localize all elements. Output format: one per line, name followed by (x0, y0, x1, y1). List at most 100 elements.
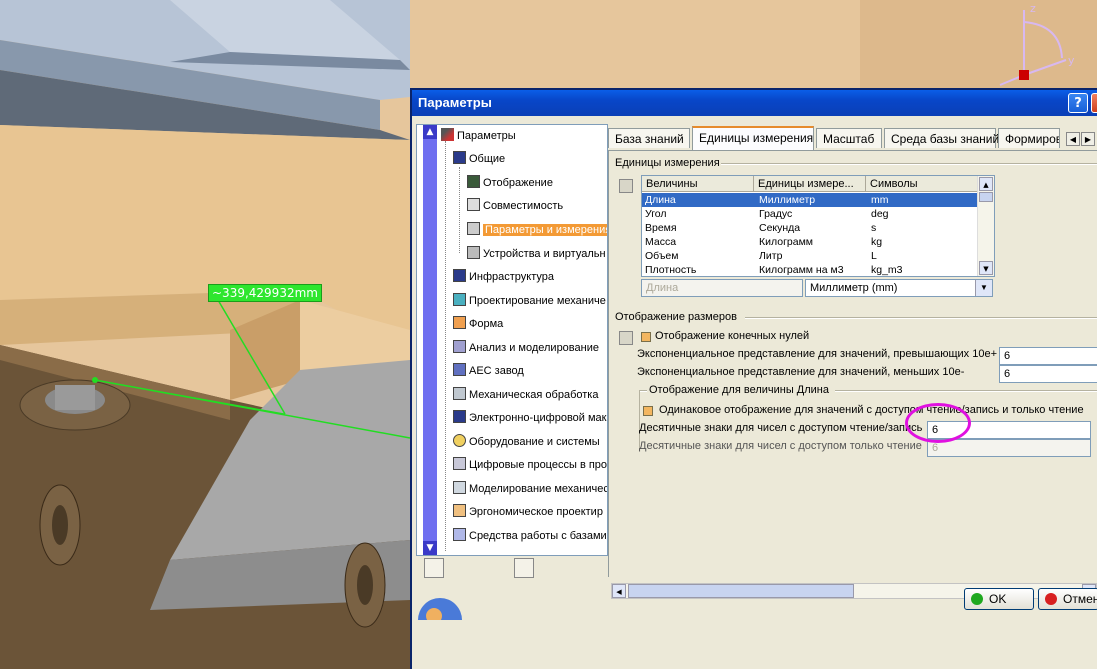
tree-item-compatibility[interactable]: Совместимость (467, 197, 563, 215)
analysis-icon (453, 340, 466, 353)
tree-item-database-tools[interactable]: Средства работы с базами (453, 527, 607, 545)
tree-item-analysis[interactable]: Анализ и моделирование (453, 339, 599, 357)
dialog-titlebar[interactable]: Параметры ? × (412, 90, 1097, 116)
cancel-button[interactable]: Отмена (1038, 588, 1097, 610)
tree-item-label: Механическая обработка (469, 389, 599, 401)
ok-button[interactable]: OK (964, 588, 1034, 610)
tree-item-digital-mockup[interactable]: Электронно-цифровой мак (453, 409, 606, 427)
axis-y-label: y (1068, 54, 1075, 67)
measurement-label[interactable]: ~339,429932mm (208, 284, 322, 302)
shape-icon (453, 316, 466, 329)
exp-below-input[interactable]: 6 (999, 365, 1097, 383)
infrastructure-icon (453, 269, 466, 282)
scroll-thumb[interactable] (628, 584, 854, 598)
ro-decimals-input: 6 (927, 439, 1091, 457)
devices-icon (467, 246, 480, 259)
close-button[interactable]: × (1091, 93, 1097, 113)
exp-below-label: Экспоненциальное представление для значе… (637, 366, 965, 378)
tree-item-machining[interactable]: Механическая обработка (453, 386, 598, 404)
table-row[interactable]: Плотность Килограмм на м3 kg_m3 (642, 263, 978, 276)
units-table-scrollbar[interactable]: ▲ ▼ (977, 176, 994, 276)
scroll-up-icon[interactable]: ▲ (979, 177, 993, 191)
col-header-symbol[interactable]: Символы (866, 176, 978, 192)
help-button[interactable]: ? (1068, 93, 1088, 113)
tree-item-aec-plant[interactable]: АЕС завод (453, 362, 524, 380)
tree-item-label: Проектирование механиче (469, 295, 606, 307)
tree-item-equipment[interactable]: Оборудование и системы (453, 433, 600, 451)
mech-design-icon (453, 293, 466, 306)
reset-options-icon[interactable] (514, 558, 534, 578)
ok-label: OK (989, 592, 1007, 606)
table-row[interactable]: Время Секунда s (642, 221, 978, 235)
unit-combo[interactable]: Миллиметр (mm) ▼ (805, 279, 993, 297)
tree-scrollbar[interactable]: ▲ ▼ (423, 125, 437, 555)
trailing-zeros-checkbox[interactable] (641, 332, 651, 342)
digital-process-icon (453, 457, 466, 470)
tree-item-mech-simulation[interactable]: Моделирование механичес (453, 480, 607, 498)
cell-unit: Градус (759, 208, 793, 220)
cell-symbol: s (871, 222, 877, 234)
tab-scroll-left-icon[interactable]: ◀ (1066, 132, 1080, 146)
table-row[interactable]: Длина Миллиметр mm (642, 193, 978, 207)
tree-item-mech-design[interactable]: Проектирование механиче (453, 292, 606, 310)
cell-unit: Килограмм на м3 (759, 264, 844, 276)
tab-scroll-right-icon[interactable]: ▶ (1081, 132, 1095, 146)
options-dialog: Параметры ? × ▲ ▼ Параметры Общие Отобра… (410, 88, 1097, 669)
tab-formatting[interactable]: Формирова (998, 128, 1060, 148)
tree-item-display[interactable]: Отображение (467, 174, 553, 192)
digital-mockup-icon (453, 410, 466, 423)
cell-symbol: deg (871, 208, 889, 220)
tab-kb-environment[interactable]: Среда базы знаний (884, 128, 999, 148)
tree-item-general[interactable]: Общие (453, 150, 505, 168)
tools-icon (441, 128, 454, 141)
units-section-title: Единицы измерения (615, 157, 720, 169)
units-table: Величины Единицы измере... Символы Длина… (641, 175, 995, 277)
tab-scale[interactable]: Масштаб (816, 128, 882, 148)
same-display-checkbox[interactable] (643, 406, 653, 416)
scroll-down-icon[interactable]: ▼ (979, 261, 993, 275)
cell-quantity: Объем (645, 250, 679, 262)
cancel-label: Отмена (1063, 592, 1097, 606)
tree-item-label: Электронно-цифровой мак (469, 412, 607, 424)
cell-quantity: Масса (645, 236, 677, 248)
tree-item-ergonomics[interactable]: Эргономическое проектир (453, 503, 603, 521)
ok-icon (971, 593, 983, 605)
lock-options-icon[interactable] (424, 558, 444, 578)
dialog-title: Параметры (418, 95, 492, 110)
tree-item-label: Параметры и измерения (483, 224, 607, 236)
tree-item-devices[interactable]: Устройства и виртуальн (467, 245, 606, 263)
tree-item-label: АЕС завод (469, 365, 524, 377)
scroll-thumb[interactable] (979, 192, 993, 202)
tab-knowledge-base[interactable]: База знаний (608, 128, 690, 148)
col-header-quantity[interactable]: Величины (642, 176, 754, 192)
tab-units[interactable]: Единицы измерения (692, 126, 814, 150)
tree-item-shape[interactable]: Форма (453, 315, 503, 333)
cell-quantity: Время (645, 222, 677, 234)
units-side-icon[interactable] (619, 179, 633, 193)
tree-item-label: Инфраструктура (469, 271, 555, 283)
display-icon (467, 175, 480, 188)
tree-scroll-down-icon[interactable]: ▼ (423, 541, 437, 555)
dimension-side-icon[interactable] (619, 331, 633, 345)
exp-above-input[interactable]: 6 (999, 347, 1097, 365)
ro-decimals-label: Десятичные знаки для чисел с доступом то… (639, 440, 922, 452)
scroll-left-icon[interactable]: ◀ (612, 584, 626, 598)
table-row[interactable]: Масса Килограмм kg (642, 235, 978, 249)
cell-symbol: kg (871, 236, 883, 248)
options-tree: ▲ ▼ Параметры Общие Отображение Совмести… (416, 124, 608, 556)
tree-item-infrastructure[interactable]: Инфраструктура (453, 268, 554, 286)
tree-item-parameters-measure[interactable]: Параметры и измерения (467, 221, 607, 239)
col-header-unit[interactable]: Единицы измере... (754, 176, 866, 192)
tree-item-label: Средства работы с базами (469, 530, 607, 542)
table-row[interactable]: Объем Литр L (642, 249, 978, 263)
table-row[interactable]: Угол Градус deg (642, 207, 978, 221)
units-tab-panel: Единицы измерения Величины Единицы измер… (608, 150, 1097, 599)
tree-item-label: Форма (469, 318, 504, 330)
tree-item-digital-process[interactable]: Цифровые процессы в про (453, 456, 607, 474)
tab-strip: База знаний Единицы измерения Масштаб Ср… (608, 126, 1097, 150)
tree-item-root[interactable]: Параметры (441, 127, 516, 145)
dimension-section-title: Отображение размеров (615, 311, 737, 323)
chevron-down-icon[interactable]: ▼ (975, 280, 992, 296)
mech-simulation-icon (453, 481, 466, 494)
tree-scroll-up-icon[interactable]: ▲ (423, 125, 437, 139)
